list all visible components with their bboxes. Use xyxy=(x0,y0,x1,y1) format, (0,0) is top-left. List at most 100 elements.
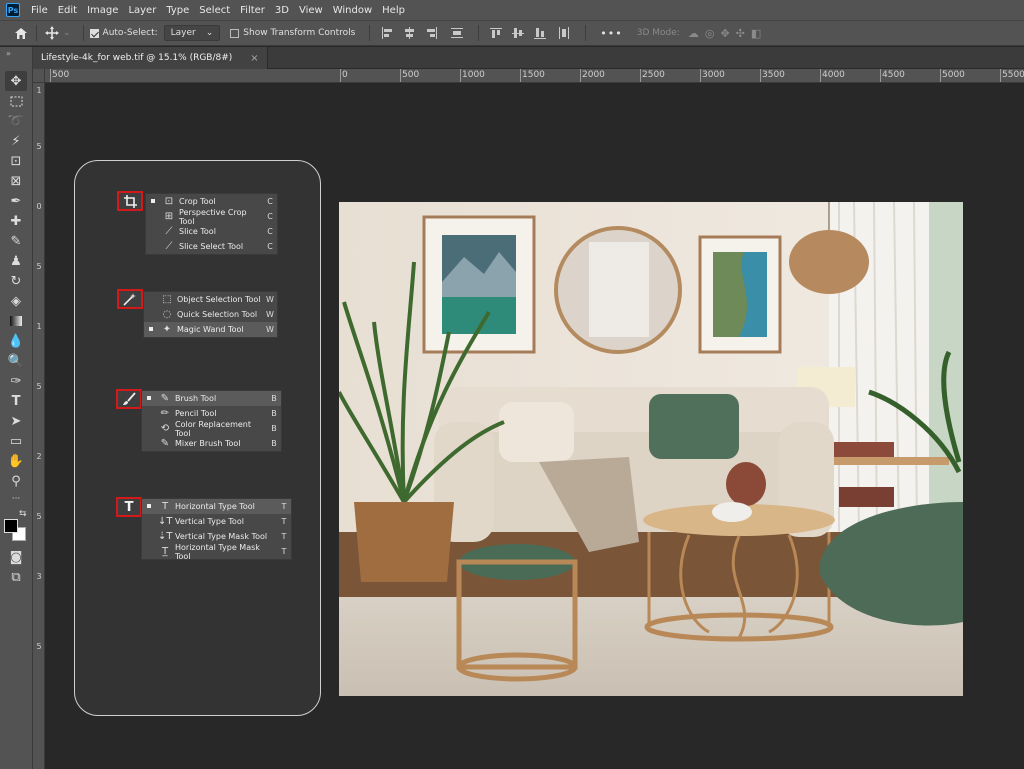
type-tool-flyout: T Horizontal Type Tool T ↓T Vertical Type T… xyxy=(141,498,292,561)
healing-brush-tool-icon[interactable]: ✚ xyxy=(5,211,27,231)
flyout-item[interactable]: ✦ Magic Wand Tool W xyxy=(144,322,277,337)
document-tab[interactable]: Lifestyle-4k_for web.tif @ 15.1% (RGB/8#… xyxy=(33,47,268,69)
type-tool-icon[interactable]: T xyxy=(5,391,27,411)
distribute-vertical-icon[interactable] xyxy=(557,26,571,40)
ruler-tick xyxy=(580,69,581,82)
flyout-item[interactable]: ⬚ Object Selection Tool W xyxy=(144,292,277,307)
quick-mask-icon[interactable]: ◙ xyxy=(5,547,27,567)
chevron-down-icon[interactable]: ⌄ xyxy=(63,28,71,38)
magic-wand-tool-icon[interactable]: ⚡ xyxy=(5,131,27,151)
eraser-tool-icon[interactable]: ◈ xyxy=(5,291,27,311)
distribute-icon[interactable] xyxy=(450,26,464,40)
menu-help[interactable]: Help xyxy=(377,5,410,16)
align-left-icon[interactable] xyxy=(380,26,394,40)
dodge-tool-icon[interactable]: 🔍 xyxy=(5,351,27,371)
ruler-tick xyxy=(520,69,521,82)
ruler-origin[interactable] xyxy=(33,69,45,83)
swap-colors-icon[interactable]: ⇆ xyxy=(19,509,27,519)
flyout-item[interactable]: ✎ Mixer Brush Tool B xyxy=(142,436,281,451)
divider xyxy=(369,25,371,41)
brush-tool-icon: ✎ xyxy=(160,393,170,404)
crop-tool-icon[interactable]: ⊡ xyxy=(5,151,27,171)
flyout-item[interactable]: ⟋ Slice Select Tool C xyxy=(146,239,277,254)
options-bar: ⌄ Auto-Select: Layer ⌄ Show Transform Co… xyxy=(0,20,1024,46)
ruler-tick xyxy=(640,69,641,82)
document-image-living-room xyxy=(339,202,963,696)
home-icon[interactable] xyxy=(12,24,30,42)
move-tool-icon[interactable]: ✥ xyxy=(5,71,27,91)
move-tool-icon[interactable] xyxy=(43,24,61,42)
transform-controls-checkbox[interactable] xyxy=(230,28,240,38)
brush-tool-icon[interactable]: ✎ xyxy=(5,231,27,251)
align-right-icon[interactable] xyxy=(424,26,438,40)
flyout-item[interactable]: ⟲ Color Replacement Tool B xyxy=(142,420,281,438)
menu-select[interactable]: Select xyxy=(194,5,235,16)
rectangle-tool-icon[interactable]: ▭ xyxy=(5,431,27,451)
align-bottom-icon[interactable] xyxy=(533,26,547,40)
menu-window[interactable]: Window xyxy=(328,5,377,16)
ruler-tick xyxy=(880,69,881,82)
auto-select-target-dropdown[interactable]: Layer ⌄ xyxy=(163,25,221,41)
menu-file[interactable]: File xyxy=(26,5,53,16)
zoom-tool-icon[interactable]: ⚲ xyxy=(5,471,27,491)
flyout-item[interactable]: ⟋ Slice Tool C xyxy=(146,224,277,239)
crop-icon[interactable] xyxy=(117,191,143,211)
foreground-color-swatch[interactable] xyxy=(4,519,18,533)
orbit-3d-icon[interactable]: ☁ xyxy=(688,27,699,40)
ruler-tick-label: 2 xyxy=(36,452,42,461)
brush-icon[interactable] xyxy=(116,389,142,409)
ruler-tick-label: 5 xyxy=(36,142,42,151)
chevron-down-icon: ⌄ xyxy=(205,28,214,38)
horizontal-ruler[interactable]: 500 0 500 1000 1500 2000 2500 3000 3500 4000 4500 5… xyxy=(45,69,1024,83)
screen-mode-icon[interactable]: ⧉ xyxy=(5,567,27,587)
gradient-tool-icon[interactable] xyxy=(5,311,27,331)
eyedropper-tool-icon[interactable]: ✒ xyxy=(5,191,27,211)
close-icon[interactable]: × xyxy=(250,53,258,64)
marquee-tool-icon[interactable] xyxy=(5,91,27,111)
menu-image[interactable]: Image xyxy=(82,5,123,16)
roll-3d-icon[interactable]: ◎ xyxy=(705,27,715,40)
slide-3d-icon[interactable]: ✣ xyxy=(736,27,745,40)
flyout-item[interactable]: ◌ Quick Selection Tool W xyxy=(144,307,277,322)
slice-select-tool-icon: ⟋ xyxy=(165,241,173,252)
path-selection-tool-icon[interactable]: ➤ xyxy=(5,411,27,431)
flyout-item[interactable]: ⊞ Perspective Crop Tool C xyxy=(146,208,277,226)
frame-tool-icon[interactable]: ⊠ xyxy=(5,171,27,191)
menu-layer[interactable]: Layer xyxy=(123,5,161,16)
menu-filter[interactable]: Filter xyxy=(235,5,270,16)
vertical-ruler[interactable]: 1 5 0 5 1 5 2 5 3 5 xyxy=(33,83,45,769)
collapse-toolbar-icon[interactable]: » xyxy=(0,47,32,69)
align-top-icon[interactable] xyxy=(489,26,503,40)
flyout-item[interactable]: ✎ Brush Tool B xyxy=(142,391,281,406)
align-middle-icon[interactable] xyxy=(511,26,525,40)
flyout-item[interactable]: T Horizontal Type Tool T xyxy=(142,499,291,514)
more-tools-icon[interactable]: ··· xyxy=(5,489,27,509)
more-options-button[interactable]: ••• xyxy=(600,27,622,40)
magic-wand-icon[interactable] xyxy=(117,289,143,309)
clone-stamp-tool-icon[interactable]: ♟ xyxy=(5,251,27,271)
flyout-item[interactable]: T̲ Horizontal Type Mask Tool T xyxy=(142,543,291,561)
document-tab-strip: Lifestyle-4k_for web.tif @ 15.1% (RGB/8#… xyxy=(33,47,1024,69)
menu-type[interactable]: Type xyxy=(161,5,194,16)
divider xyxy=(585,25,587,41)
menu-3d[interactable]: 3D xyxy=(270,5,294,16)
horizontal-type-tool-icon: T xyxy=(161,501,169,512)
pen-tool-icon[interactable]: ✑ xyxy=(5,371,27,391)
menu-edit[interactable]: Edit xyxy=(53,5,82,16)
lasso-tool-icon[interactable]: ➰ xyxy=(5,111,27,131)
menu-view[interactable]: View xyxy=(294,5,328,16)
ruler-tick-label: 1 xyxy=(36,86,42,95)
ruler-tick xyxy=(700,69,701,82)
vertical-type-tool-icon: ↓T xyxy=(158,516,173,527)
type-icon[interactable]: T xyxy=(116,497,142,517)
align-center-icon[interactable] xyxy=(402,26,416,40)
blur-tool-icon[interactable]: 💧 xyxy=(5,331,27,351)
scale-3d-icon[interactable]: ◧ xyxy=(751,27,761,40)
auto-select-checkbox[interactable] xyxy=(89,28,99,38)
ruler-tick-label: 5000 xyxy=(942,70,965,80)
object-selection-tool-icon: ⬚ xyxy=(162,294,172,305)
drag-3d-icon[interactable]: ✥ xyxy=(720,27,729,40)
history-brush-tool-icon[interactable]: ↻ xyxy=(5,271,27,291)
flyout-item[interactable]: ↓T Vertical Type Tool T xyxy=(142,514,291,529)
hand-tool-icon[interactable]: ✋ xyxy=(5,451,27,471)
